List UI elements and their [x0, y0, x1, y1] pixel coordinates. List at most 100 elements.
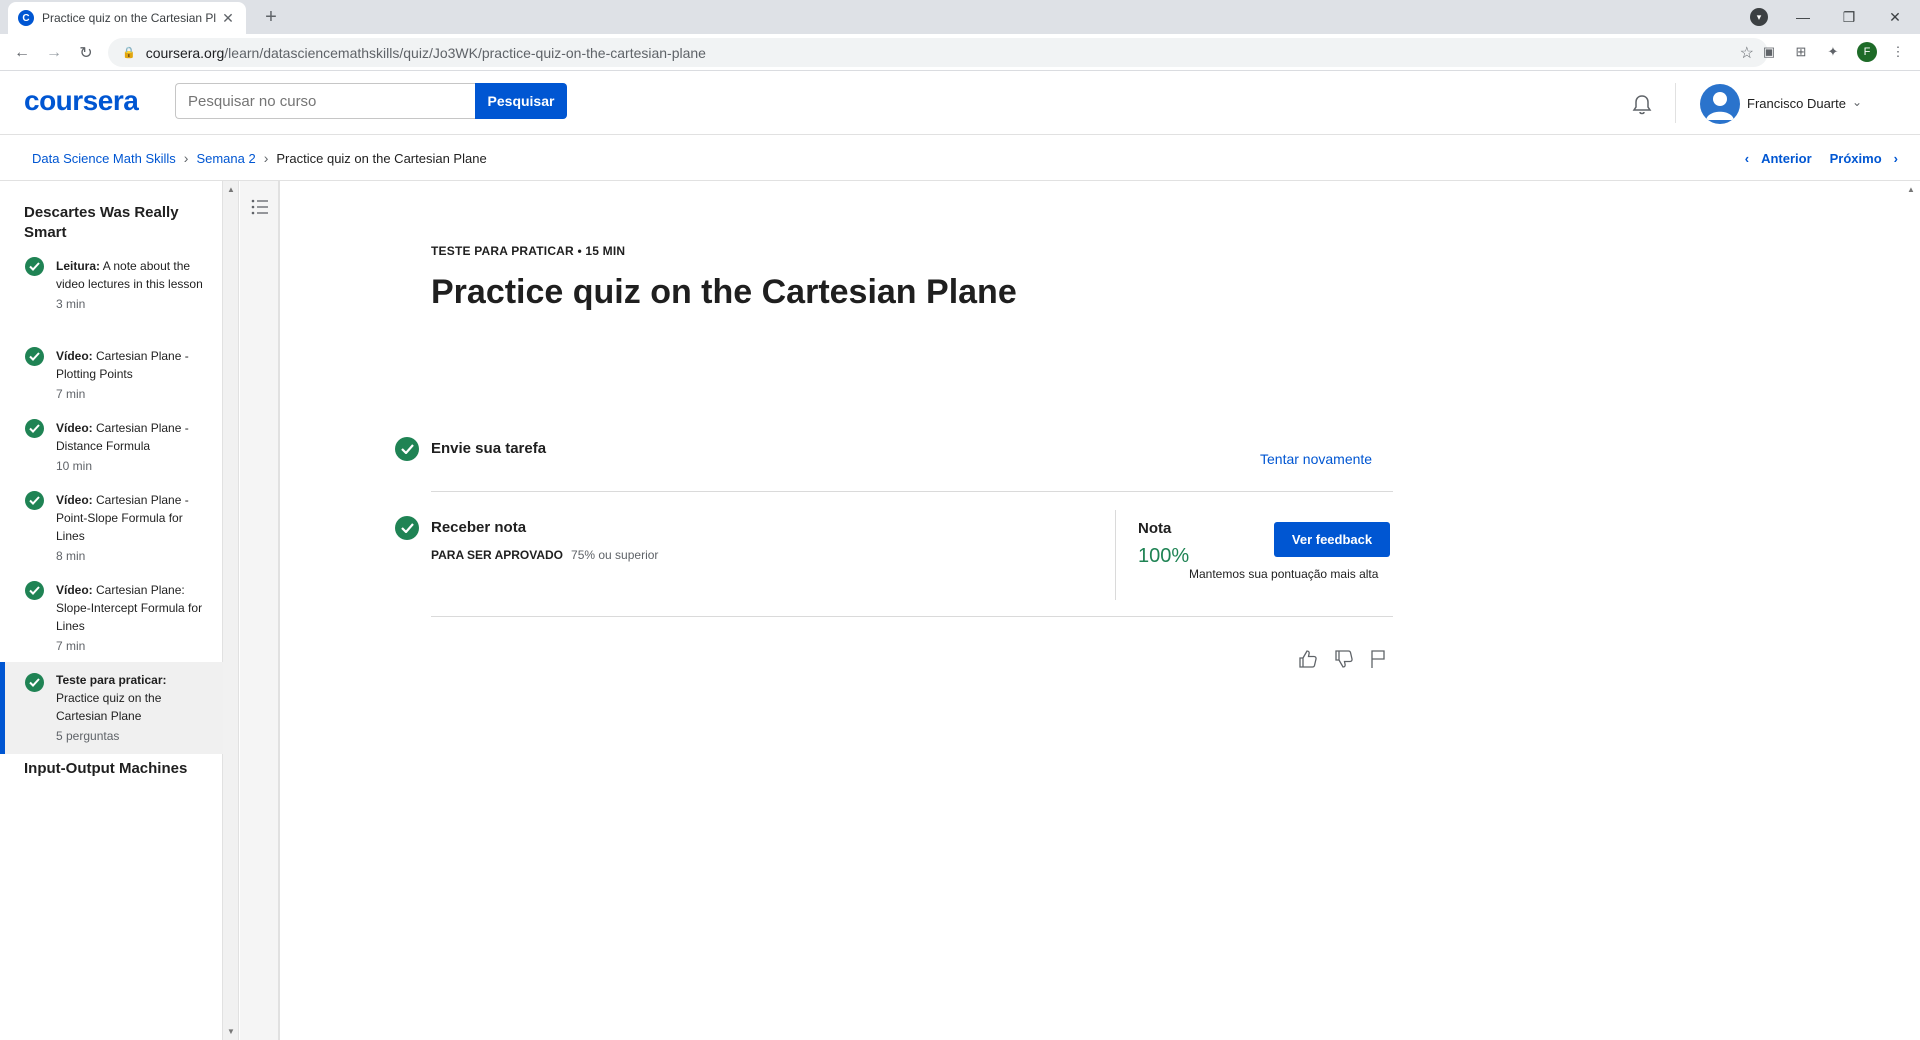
course-search-input[interactable]: [175, 83, 475, 119]
item-type: Teste para praticar:: [56, 673, 167, 687]
browser-menu-icon[interactable]: ⋮: [1889, 43, 1907, 61]
minimize-icon[interactable]: —: [1780, 0, 1826, 34]
user-name[interactable]: Francisco Duarte: [1747, 96, 1846, 111]
browser-tab[interactable]: C Practice quiz on the Cartesian Pl ✕: [8, 2, 246, 34]
user-avatar[interactable]: [1700, 84, 1740, 124]
sidebar-item[interactable]: Vídeo: Cartesian Plane - Point-Slope For…: [0, 491, 223, 565]
item-duration: 10 min: [56, 459, 93, 473]
view-feedback-button[interactable]: Ver feedback: [1274, 522, 1390, 557]
breadcrumb-course[interactable]: Data Science Math Skills: [32, 151, 176, 166]
coursera-logo[interactable]: coursera: [24, 85, 139, 117]
previous-link[interactable]: Anterior: [1761, 151, 1812, 166]
item-type: Leitura:: [56, 259, 101, 273]
tab-search-icon[interactable]: ▾: [1750, 8, 1768, 26]
thumbs-up-icon[interactable]: [1296, 647, 1320, 671]
browser-tabbar: C Practice quiz on the Cartesian Pl ✕ + …: [0, 0, 1920, 34]
completed-check-icon: [25, 419, 44, 438]
browser-profile-avatar[interactable]: F: [1857, 42, 1877, 62]
grade-divider: [1115, 510, 1116, 600]
chevron-right-icon: ›: [183, 150, 189, 166]
tab-title: Practice quiz on the Cartesian Pl: [42, 11, 217, 25]
quiz-main-content: TESTE PARA PRATICAR • 15 MIN Practice qu…: [282, 181, 1902, 1040]
completed-check-icon: [25, 257, 44, 276]
browser-toolbar: ← → ↻ 🔒 coursera.org/learn/datasciencema…: [0, 34, 1920, 71]
completed-check-icon: [25, 581, 44, 600]
main-scrollbar[interactable]: ▲: [1902, 181, 1920, 1040]
scroll-down-icon[interactable]: ▼: [227, 1027, 235, 1036]
breadcrumb-current: Practice quiz on the Cartesian Plane: [276, 150, 487, 166]
completed-check-icon: [395, 437, 419, 461]
sidebar-item[interactable]: Vídeo: Cartesian Plane: Slope-Intercept …: [0, 581, 223, 655]
completed-check-icon: [25, 673, 44, 692]
completed-check-icon: [395, 516, 419, 540]
coursera-favicon-icon: C: [18, 10, 34, 26]
notification-bell-icon[interactable]: [1630, 93, 1654, 117]
item-type: Vídeo:: [56, 421, 93, 435]
quiz-eyebrow: TESTE PARA PRATICAR • 15 MIN: [431, 244, 626, 258]
pass-label: PARA SER APROVADO: [431, 548, 564, 562]
new-tab-button[interactable]: +: [260, 6, 282, 28]
extension-square-icon[interactable]: ▣: [1760, 43, 1778, 61]
page-title: Practice quiz on the Cartesian Plane: [431, 273, 1017, 311]
tab-close-icon[interactable]: ✕: [220, 10, 236, 27]
item-type: Vídeo:: [56, 493, 93, 507]
reload-icon[interactable]: ↻: [74, 41, 98, 65]
site-header: coursera Pesquisar Francisco Duarte ⌄: [0, 71, 1920, 135]
url-host: coursera.org: [145, 44, 225, 61]
forward-icon[interactable]: →: [42, 41, 66, 65]
window-close-icon[interactable]: ✕: [1872, 0, 1918, 34]
divider: [431, 491, 1393, 492]
chevron-right-icon[interactable]: ›: [1894, 151, 1898, 166]
toggle-outline-list-icon[interactable]: [250, 197, 270, 217]
sidebar-toolbar: [240, 181, 280, 1040]
completed-check-icon: [25, 347, 44, 366]
search-button[interactable]: Pesquisar: [475, 83, 567, 119]
breadcrumb-week[interactable]: Semana 2: [196, 151, 255, 166]
chevron-right-icon: ›: [263, 150, 269, 166]
sidebar-item[interactable]: Leitura: A note about the video lectures…: [0, 257, 223, 313]
submit-step-label: Envie sua tarefa: [431, 440, 547, 457]
retry-link[interactable]: Tentar novamente: [1260, 451, 1372, 467]
extension-puzzle-robot-icon[interactable]: ⊞: [1792, 43, 1810, 61]
restore-icon[interactable]: ❐: [1826, 0, 1872, 34]
scroll-up-icon[interactable]: ▲: [1907, 185, 1915, 194]
item-title: Practice quiz on the Cartesian Plane: [56, 691, 162, 723]
item-duration: 5 perguntas: [56, 729, 120, 743]
module-title[interactable]: Descartes Was Really Smart: [24, 203, 214, 243]
next-link[interactable]: Próximo: [1830, 151, 1882, 166]
bookmark-star-icon[interactable]: ☆: [1740, 43, 1754, 63]
header-divider: [1675, 83, 1676, 123]
item-duration: 8 min: [56, 549, 86, 563]
flag-icon[interactable]: [1366, 647, 1390, 671]
course-sidebar: Descartes Was Really Smart Leitura: A no…: [0, 181, 223, 1040]
thumbs-down-icon[interactable]: [1332, 647, 1356, 671]
item-type: Vídeo:: [56, 583, 93, 597]
module-title[interactable]: Input-Output Machines: [24, 759, 214, 779]
sidebar-scrollbar[interactable]: ▲ ▼: [223, 181, 239, 1040]
address-bar[interactable]: 🔒 coursera.org/learn/datasciencemathskil…: [108, 38, 1768, 67]
item-type: Vídeo:: [56, 349, 93, 363]
highest-score-note: Mantemos sua pontuação mais alta: [1189, 567, 1379, 581]
back-icon[interactable]: ←: [10, 41, 34, 65]
url-path: /learn/datasciencemathskills/quiz/Jo3WK/…: [224, 44, 706, 61]
completed-check-icon: [25, 491, 44, 510]
item-duration: 7 min: [56, 639, 86, 653]
grade-label: Nota: [1138, 520, 1172, 537]
scroll-up-icon[interactable]: ▲: [227, 185, 235, 194]
pass-value: 75% ou superior: [571, 548, 659, 562]
sidebar-item[interactable]: Vídeo: Cartesian Plane - Plotting Points…: [0, 347, 223, 403]
item-duration: 7 min: [56, 387, 86, 401]
sidebar-item-active[interactable]: Teste para praticar: Practice quiz on th…: [0, 662, 223, 754]
prev-next-nav: ‹ Anterior Próximo ›: [1739, 136, 1904, 180]
extensions-icon[interactable]: ✦: [1824, 43, 1842, 61]
sidebar-item[interactable]: Vídeo: Cartesian Plane - Distance Formul…: [0, 419, 223, 475]
divider: [431, 616, 1393, 617]
grade-value: 100%: [1138, 545, 1190, 567]
chevron-left-icon[interactable]: ‹: [1745, 151, 1749, 166]
breadcrumb: Data Science Math Skills › Semana 2 › Pr…: [0, 136, 1920, 181]
lock-icon: 🔒: [122, 47, 136, 59]
grade-step-label: Receber nota: [431, 519, 527, 536]
chevron-down-icon[interactable]: ⌄: [1852, 95, 1862, 109]
item-duration: 3 min: [56, 297, 86, 311]
pass-requirement: PARA SER APROVADO 75% ou superior: [431, 548, 658, 562]
